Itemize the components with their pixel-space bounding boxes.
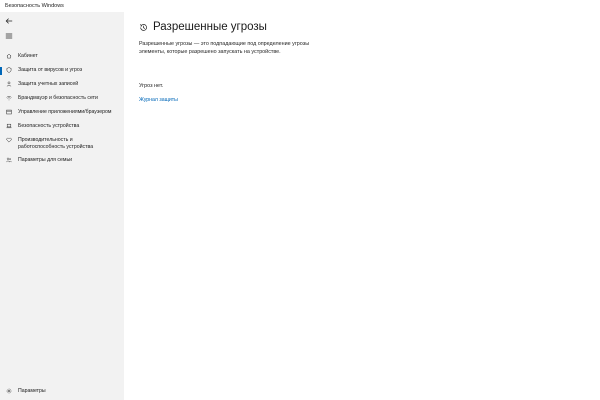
sidebar-item-label: Кабинет xyxy=(18,53,38,59)
person-icon xyxy=(0,81,18,87)
sidebar-item-label: Управление приложениями/браузером xyxy=(18,109,112,115)
sidebar-nav: Кабинет Защита от вирусов и угроз Защита… xyxy=(0,50,124,168)
hamburger-menu-icon[interactable] xyxy=(4,31,14,41)
gear-icon xyxy=(0,388,18,394)
history-icon xyxy=(139,23,147,31)
home-icon xyxy=(0,53,18,59)
page-title: Разрешенные угрозы xyxy=(153,21,267,33)
sidebar-item-app-browser-control[interactable]: Управление приложениями/браузером xyxy=(0,106,124,120)
sidebar-item-settings[interactable]: Параметры xyxy=(0,386,124,396)
sidebar-item-label: Брандмауэр и безопасность сети xyxy=(18,95,98,101)
sidebar-item-virus-protection[interactable]: Защита от вирусов и угроз xyxy=(0,64,124,78)
sidebar-item-device-performance[interactable]: Производительность и работоспособность у… xyxy=(0,134,124,154)
sidebar-item-device-security[interactable]: Безопасность устройства xyxy=(0,120,124,134)
family-icon xyxy=(0,157,18,163)
shield-icon xyxy=(0,67,18,73)
sidebar-item-label: Параметры для семьи xyxy=(18,157,73,163)
sidebar-item-label: Безопасность устройства xyxy=(18,123,80,129)
sidebar-item-label: Производительность и работоспособность у… xyxy=(18,137,94,150)
page-description: Разрешенные угрозы — это подпадающие под… xyxy=(139,41,310,55)
window-title: Безопасность Windows xyxy=(0,0,600,12)
sidebar-item-home[interactable]: Кабинет xyxy=(0,50,124,64)
page-header: Разрешенные угрозы xyxy=(139,21,267,33)
sidebar-item-firewall[interactable]: Брандмауэр и безопасность сети xyxy=(0,92,124,106)
sidebar-item-account-protection[interactable]: Защита учетных записей xyxy=(0,78,124,92)
heart-icon xyxy=(0,137,18,143)
app-window-icon xyxy=(0,109,18,115)
protection-history-link[interactable]: Журнал защиты xyxy=(139,97,178,103)
back-arrow-icon[interactable] xyxy=(4,16,14,26)
wifi-icon xyxy=(0,95,18,101)
sidebar-item-family-options[interactable]: Параметры для семьи xyxy=(0,154,124,168)
sidebar: Кабинет Защита от вирусов и угроз Защита… xyxy=(0,12,124,400)
no-threats-text: Угроз нет. xyxy=(139,83,164,89)
main-content: Разрешенные угрозы Разрешенные угрозы — … xyxy=(124,12,600,400)
sidebar-item-label: Защита учетных записей xyxy=(18,81,79,87)
sidebar-item-label: Параметры xyxy=(18,388,46,394)
laptop-icon xyxy=(0,123,18,129)
sidebar-item-label: Защита от вирусов и угроз xyxy=(18,67,83,73)
